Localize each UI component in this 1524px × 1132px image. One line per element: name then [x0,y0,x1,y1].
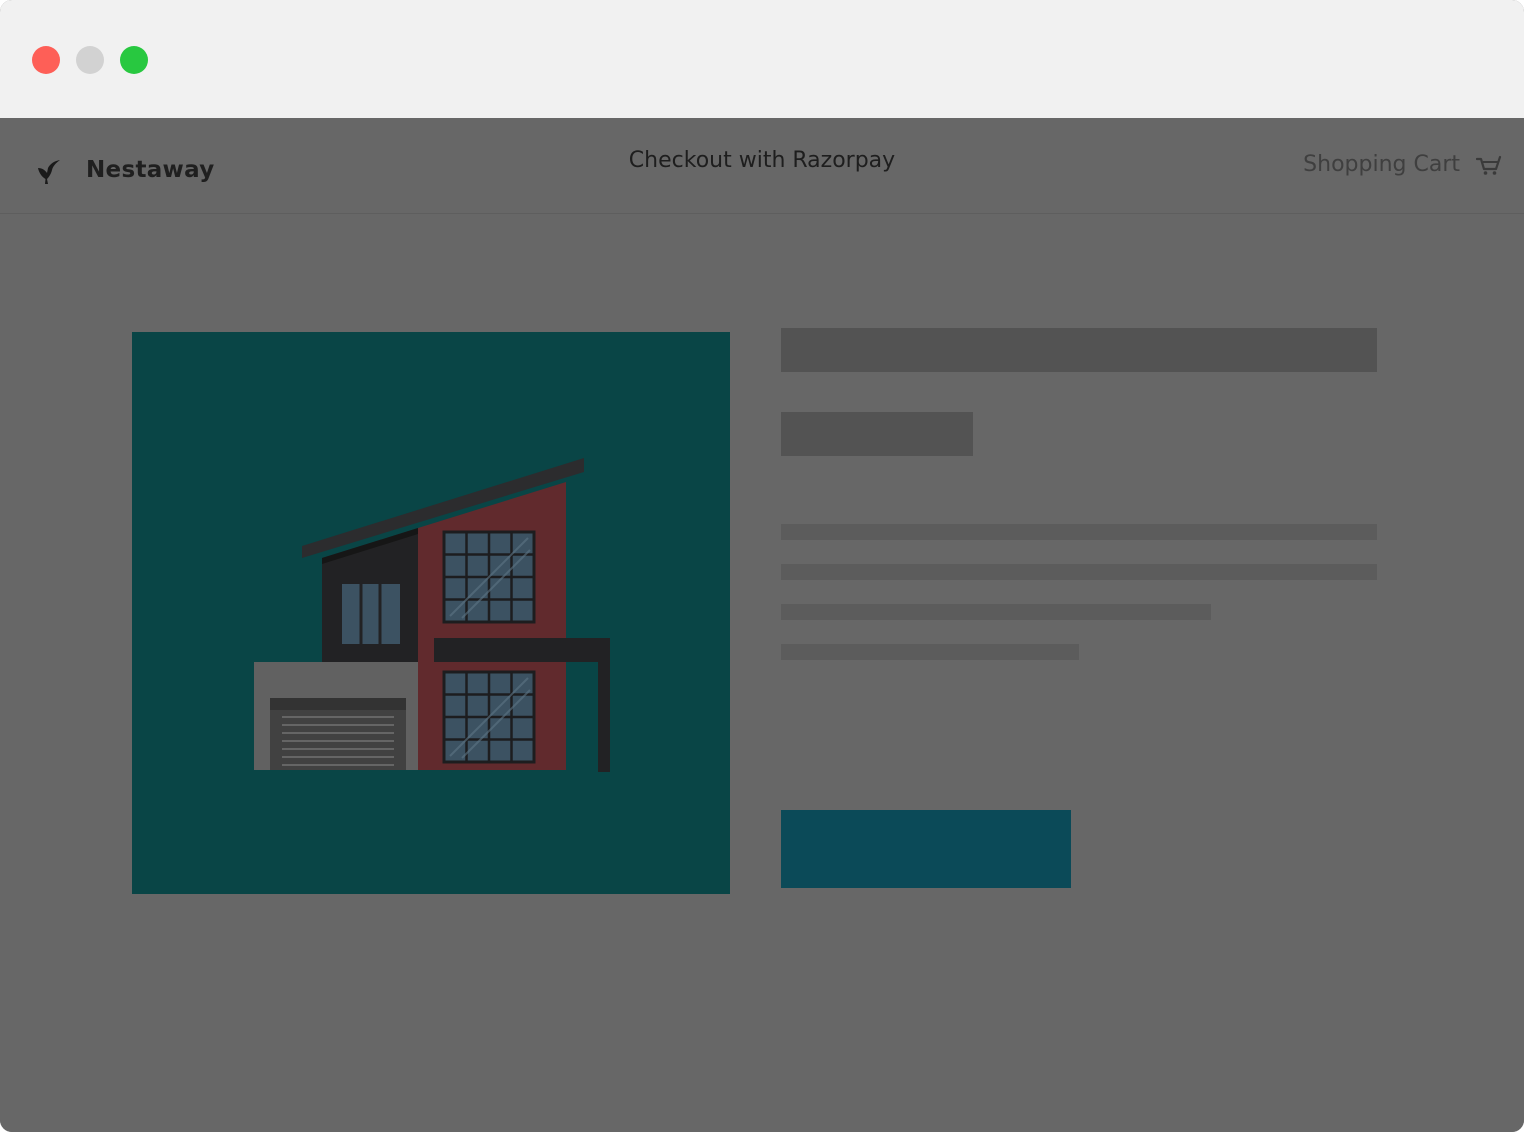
shopping-cart-link[interactable]: Shopping Cart [1303,152,1502,177]
shopping-cart-label: Shopping Cart [1303,152,1460,177]
description-placeholder-line [781,604,1211,620]
product-price-placeholder [781,412,973,456]
window-minimize-button[interactable] [76,46,104,74]
product-image [132,332,730,894]
browser-window: Nestaway Checkout with Razorpay Shopping… [0,0,1524,1132]
window-titlebar [0,0,1524,118]
window-maximize-button[interactable] [120,46,148,74]
window-close-button[interactable] [32,46,60,74]
shopping-cart-icon [1475,154,1502,176]
description-placeholder-line [781,524,1377,540]
checkout-page: Nestaway Checkout with Razorpay Shopping… [0,118,1524,1132]
bird-logo-icon [36,156,62,184]
pay-button[interactable] [781,810,1071,888]
product-title-placeholder [781,328,1377,372]
description-placeholder-line [781,564,1377,580]
house-illustration [254,458,610,772]
top-navbar: Nestaway Checkout with Razorpay Shopping… [0,118,1524,214]
brand-name: Nestaway [86,157,215,183]
brand-link[interactable]: Nestaway [36,152,215,188]
page-title: Checkout with Razorpay [628,148,896,173]
description-placeholder-line [781,644,1079,660]
